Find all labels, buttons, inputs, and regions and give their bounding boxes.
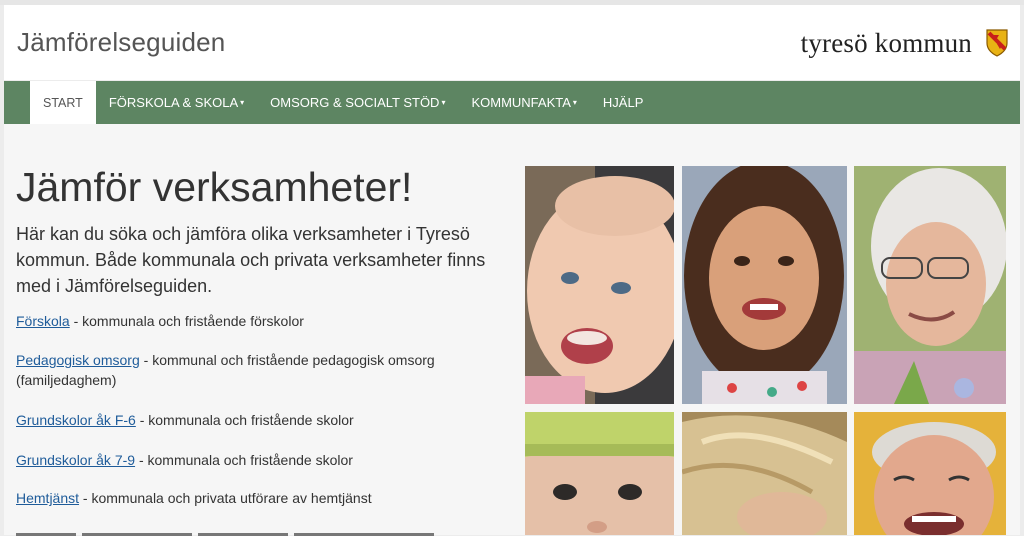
nav-item-start[interactable]: START bbox=[30, 81, 96, 124]
list-item: Hemtjänst - kommunala och privata utföra… bbox=[16, 488, 372, 508]
municipality-logo[interactable]: tyresö kommun bbox=[801, 25, 1008, 61]
photo-elderly-man bbox=[854, 412, 1006, 535]
link-description: - kommunala och fristående skolor bbox=[135, 412, 354, 428]
caret-down-icon: ▾ bbox=[441, 98, 446, 107]
main-content: Jämför verksamheter! Här kan du söka och… bbox=[4, 124, 1020, 536]
photo-elderly-woman bbox=[854, 166, 1006, 404]
list-item: Grundskolor åk 7-9 - kommunala och frist… bbox=[16, 450, 353, 470]
coat-of-arms-icon bbox=[986, 29, 1008, 57]
photo-smiling-girl bbox=[682, 166, 847, 404]
nav-item-label: FÖRSKOLA & SKOLA bbox=[108, 95, 239, 110]
link-hemtjanst[interactable]: Hemtjänst bbox=[16, 490, 79, 506]
link-pedagogisk-omsorg[interactable]: Pedagogisk omsorg bbox=[16, 352, 140, 368]
nav-item-label: OMSORG & SOCIALT STÖD bbox=[270, 95, 440, 110]
nav-item-label: HJÄLP bbox=[602, 95, 644, 110]
nav-item-label: START bbox=[43, 95, 83, 110]
list-item: Pedagogisk omsorg - kommunal och friståe… bbox=[16, 350, 456, 390]
list-item: Förskola - kommunala och fristående förs… bbox=[16, 311, 304, 331]
cut-off-text-line bbox=[16, 524, 446, 536]
nav-item-hjalp[interactable]: HJÄLP bbox=[590, 81, 656, 124]
nav-item-forskola-skola[interactable]: FÖRSKOLA & SKOLA ▾ bbox=[96, 81, 257, 124]
link-description: - kommunala och privata utförare av hemt… bbox=[79, 490, 372, 506]
photo-baby-green-hat bbox=[525, 412, 674, 535]
link-forskola[interactable]: Förskola bbox=[16, 313, 70, 329]
site-title[interactable]: Jämförelseguiden bbox=[17, 27, 225, 58]
intro-text: Här kan du söka och jämföra olika verksa… bbox=[16, 224, 486, 296]
link-description: - kommunala och fristående förskolor bbox=[69, 313, 304, 329]
link-grundskolor-f6[interactable]: Grundskolor åk F-6 bbox=[16, 412, 136, 428]
main-navigation: START FÖRSKOLA & SKOLA ▾ OMSORG & SOCIALT… bbox=[4, 81, 1020, 124]
caret-down-icon: ▾ bbox=[240, 98, 245, 107]
nav-item-kommunfakta[interactable]: KOMMUNFAKTA ▾ bbox=[458, 81, 589, 124]
photo-laughing-baby bbox=[525, 166, 674, 404]
photo-blonde-child bbox=[682, 412, 847, 535]
list-item: Grundskolor åk F-6 - kommunala och frist… bbox=[16, 410, 354, 430]
caret-down-icon: ▾ bbox=[572, 98, 577, 107]
site-header: Jämförelseguiden tyresö kommun bbox=[4, 5, 1020, 80]
link-grundskolor-7-9[interactable]: Grundskolor åk 7-9 bbox=[16, 452, 135, 468]
nav-item-label: KOMMUNFAKTA bbox=[471, 95, 571, 110]
link-description: - kommunala och fristående skolor bbox=[135, 452, 353, 468]
nav-item-omsorg-socialt-stod[interactable]: OMSORG & SOCIALT STÖD ▾ bbox=[257, 81, 458, 124]
logo-text: tyresö kommun bbox=[800, 27, 972, 58]
page-title: Jämför verksamheter! bbox=[16, 164, 413, 210]
